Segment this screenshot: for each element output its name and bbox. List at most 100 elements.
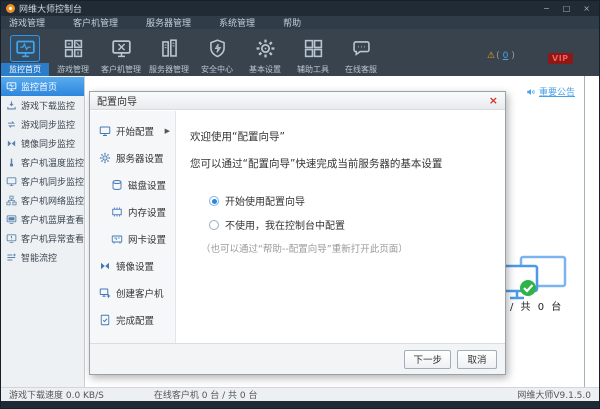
sidebar-item-smart-flow-control[interactable]: 智能流控 [1,248,84,267]
title-bar: 网维大师控制台 − □ × [1,1,599,16]
wizard-step-disk-settings[interactable]: 磁盘设置 [90,171,175,198]
dialog-close-icon[interactable]: × [489,95,498,106]
wizard-step-server-settings[interactable]: 服务器设置 [90,144,175,171]
sidebar-item-mirror-sync-monitor[interactable]: 镜像同步监控 [1,134,84,153]
toolbar-item-game-management[interactable]: 游戏管理 [49,29,97,76]
done-icon [99,314,111,326]
chat-icon [346,35,376,62]
monitor-icon [6,176,17,187]
toolbar-label: 在线客服 [337,63,385,76]
sidebar-item-monitor-home[interactable]: 监控首页 [1,77,84,96]
current-step-arrow-icon: ▶ [165,127,170,135]
toolbar-label: 辅助工具 [289,63,337,76]
client-tools-icon [106,35,136,62]
sidebar-label: 客户机蓝屏查看 [21,213,84,226]
close-icon[interactable]: × [583,1,590,16]
sidebar-label: 智能流控 [21,251,57,264]
maximize-icon[interactable]: □ [563,1,571,16]
alert-monitor-icon [6,233,17,244]
download-speed-status: 游戏下载速度 0.0 KB/S [9,388,104,401]
toolbar-item-security-center[interactable]: 安全中心 [193,29,241,76]
flow-icon [6,252,17,263]
radio-skip-wizard[interactable]: 不使用，我在控制台中配置 [209,217,505,232]
warning-icon: ⚠ [487,51,495,61]
wizard-step-mirror-settings[interactable]: 镜像设置 [90,252,175,279]
status-bar: 游戏下载速度 0.0 KB/S 在线客户机 0 台 / 共 0 台 网维大师V9… [1,387,599,401]
wizard-step-label: 磁盘设置 [128,178,166,192]
toolbar-item-aux-tools[interactable]: 辅助工具 [289,29,337,76]
toolbar-item-online-support[interactable]: 在线客服 [337,29,385,76]
toolbar-item-monitor-home[interactable]: 监控首页 [1,29,49,76]
toolbar-label: 监控首页 [1,63,49,76]
bottom-strip [1,401,599,408]
new-client-icon [99,287,111,299]
announcement-label[interactable]: 重要公告 [539,85,575,98]
sidebar-item-game-download-monitor[interactable]: 游戏下载监控 [1,96,84,115]
version-label: 网维大师V9.1.5.0 [517,388,591,401]
wizard-step-label: 开始配置 [116,124,154,138]
sync-icon [6,119,17,130]
menu-system-management[interactable]: 系统管理 [219,16,255,29]
window-controls: − □ × [543,1,590,16]
menu-game-management[interactable]: 游戏管理 [9,16,45,29]
sidebar-item-client-bluescreen-view[interactable]: 客户机蓝屏查看 [1,210,84,229]
menu-help[interactable]: 帮助 [283,16,301,29]
sidebar-label: 游戏下载监控 [21,99,75,112]
alert-counter[interactable]: ⚠ ( 0 ) [487,51,515,61]
wizard-step-label: 网卡设置 [128,232,166,246]
menu-server-management[interactable]: 服务器管理 [146,16,191,29]
mirror-icon [6,138,17,149]
radio-label[interactable]: 开始使用配置向导 [225,193,305,208]
toolbar-label: 安全中心 [193,63,241,76]
server-icon [154,35,184,62]
announcement-link[interactable]: 重要公告 [526,85,575,98]
sidebar-item-client-temperature-monitor[interactable]: 客户机温度监控 [1,153,84,172]
menu-client-management[interactable]: 客户机管理 [73,16,118,29]
minimize-icon[interactable]: − [543,1,550,16]
cancel-button[interactable]: 取消 [457,350,497,369]
wizard-step-label: 创建客户机 [116,286,164,300]
dialog-footer: 下一步 取消 [90,343,505,374]
game-icon [58,35,88,62]
sidebar-label: 客户机网络监控 [21,194,84,207]
sidebar-label: 客户机同步监控 [21,175,84,188]
sidebar-item-client-exception-view[interactable]: 客户机异常查看 [1,229,84,248]
wizard-body: 欢迎使用“配置向导” 您可以通过“配置向导”快速完成当前服务器的基本设置 开始使… [177,111,505,343]
alert-paren-open: ( [496,51,500,61]
monitor-icon [99,125,111,137]
menu-bar: 游戏管理 客户机管理 服务器管理 系统管理 帮助 [1,16,599,29]
wizard-step-start-config[interactable]: 开始配置 ▶ [90,117,175,144]
vip-badge[interactable]: VIP [548,53,573,64]
toolbar-item-basic-settings[interactable]: 基本设置 [241,29,289,76]
config-wizard-dialog: 配置向导 × 开始配置 ▶ 服务器设置 磁盘设置 内存设置 [89,91,506,375]
sidebar: 监控首页 游戏下载监控 游戏同步监控 镜像同步监控 客户机温度监控 客户机同步监… [1,76,85,387]
wizard-welcome-text: 欢迎使用“配置向导” [190,129,505,144]
toolbar-item-client-management[interactable]: 客户机管理 [97,29,145,76]
toolbar: 监控首页 游戏管理 客户机管理 服务器管理 安全中心 基本设置 [1,29,599,76]
shield-icon [202,35,232,62]
sidebar-label: 监控首页 [21,80,57,93]
wizard-step-label: 镜像设置 [116,259,154,273]
wizard-step-create-client[interactable]: 创建客户机 [90,279,175,306]
wizard-step-finish-config[interactable]: 完成配置 [90,306,175,333]
wizard-step-memory-settings[interactable]: 内存设置 [90,198,175,225]
radio-unselected-icon[interactable] [209,220,219,230]
sidebar-item-game-sync-monitor[interactable]: 游戏同步监控 [1,115,84,134]
wizard-step-nic-settings[interactable]: 网卡设置 [90,225,175,252]
sidebar-item-client-network-monitor[interactable]: 客户机网络监控 [1,191,84,210]
download-icon [6,100,17,111]
speaker-icon [526,87,536,97]
app-window: 网维大师控制台 − □ × 游戏管理 客户机管理 服务器管理 系统管理 帮助 监… [0,0,600,409]
disk-icon [111,179,123,191]
bluescreen-icon [6,214,17,225]
radio-use-wizard[interactable]: 开始使用配置向导 [209,193,505,208]
radio-selected-icon[interactable] [209,196,219,206]
monitor-pulse-icon [10,35,40,62]
radio-label[interactable]: 不使用，我在控制台中配置 [225,217,345,232]
wizard-step-label: 服务器设置 [116,151,164,165]
next-button[interactable]: 下一步 [404,350,451,369]
sidebar-item-client-sync-monitor[interactable]: 客户机同步监控 [1,172,84,191]
toolbar-item-server-management[interactable]: 服务器管理 [145,29,193,76]
alert-count[interactable]: 0 [501,51,511,61]
gear-icon [250,35,280,62]
